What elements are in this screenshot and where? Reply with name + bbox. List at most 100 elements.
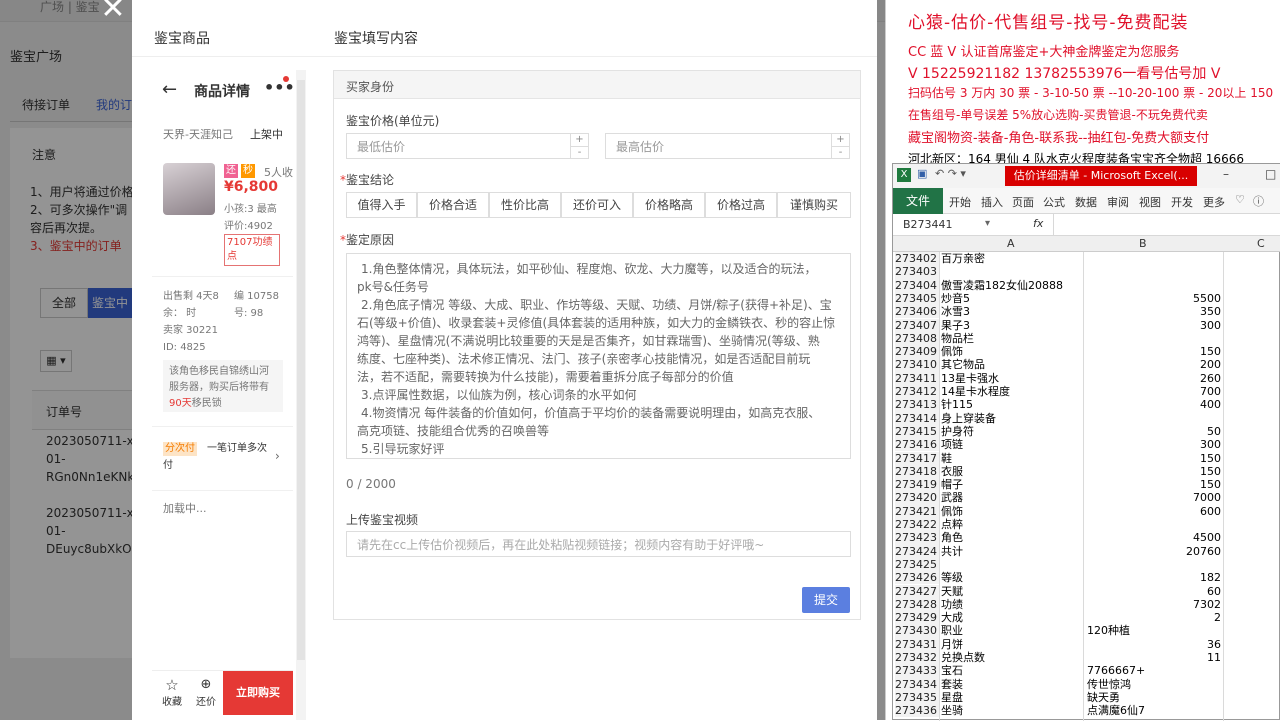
cell-a[interactable]: 职业 [941,624,963,637]
cell-a[interactable]: 项链 [941,438,963,451]
table-row[interactable]: 273421 佩饰 600 [893,504,1280,518]
cell-b[interactable]: 5500 [1087,292,1221,305]
scrollbar-thumb[interactable] [297,80,305,660]
row-number[interactable]: 273417 [895,451,939,465]
chevron-down-icon[interactable]: ▾ [985,218,990,229]
cell-b[interactable]: 传世惊鸿 [1087,678,1131,691]
row-number[interactable]: 273415 [895,424,939,439]
haggle-button[interactable]: ⊕ 还价 [192,677,220,708]
row-number[interactable]: 273403 [895,265,939,279]
row-number[interactable]: 273429 [895,611,939,625]
cell-a[interactable]: 针115 [941,398,973,411]
cell-a[interactable]: 月饼 [941,638,963,651]
table-row[interactable]: 273404 傲雪凌霜182女仙20888 [893,278,1280,292]
table-row[interactable]: 273420 武器 7000 [893,491,1280,505]
cell-a[interactable]: 13星卡强水 [941,372,999,385]
cell-b[interactable]: 2 [1087,611,1221,624]
character-avatar[interactable] [163,163,215,215]
save-icon[interactable]: ▣ [917,167,927,180]
cell-b[interactable]: 50 [1087,425,1221,438]
conclusion-option[interactable]: 还价可入 [561,192,633,218]
cell-b[interactable]: 260 [1087,372,1221,385]
cell-a[interactable]: 大成 [941,611,963,624]
cell-b[interactable]: 150 [1087,345,1221,358]
table-row[interactable]: 273428 功绩 7302 [893,597,1280,612]
cell-a[interactable]: 衣服 [941,465,963,478]
cell-b[interactable]: 300 [1087,319,1221,332]
cell-b[interactable]: 点满魔6仙7 [1087,704,1145,717]
fx-icon[interactable]: fx [1033,217,1043,230]
table-row[interactable]: 273402 百万亲密 [893,252,1280,266]
ribbon-tab[interactable]: 页面 [1012,194,1034,210]
cell-b[interactable]: 120种植 [1087,624,1130,637]
cell-a[interactable]: 物品栏 [941,332,974,345]
row-number[interactable]: 273427 [895,584,939,598]
cell-a[interactable]: 14星卡水程度 [941,385,1010,398]
row-number[interactable]: 273413 [895,398,939,412]
cell-b[interactable]: 7302 [1087,598,1221,611]
ribbon-tab[interactable]: 更多 [1203,194,1225,210]
table-row[interactable]: 273415 护身符 50 [893,424,1280,439]
table-row[interactable]: 273419 帽子 150 [893,478,1280,492]
cell-b[interactable]: 350 [1087,305,1221,318]
cell-a[interactable]: 鞋 [941,452,952,465]
table-row[interactable]: 273424 共计 20760 [893,544,1280,558]
cell-b[interactable]: 300 [1087,438,1221,451]
row-number[interactable]: 273416 [895,438,939,452]
column-b[interactable]: B [1139,237,1147,250]
conclusion-option[interactable]: 价格略高 [633,192,705,218]
cell-a[interactable]: 其它物品 [941,358,985,371]
conclusion-option[interactable]: 价格合适 [417,192,489,218]
row-number[interactable]: 273418 [895,464,939,479]
cell-b[interactable]: 7000 [1087,491,1221,504]
table-row[interactable]: 273406 冰雪3 350 [893,305,1280,319]
conclusion-option[interactable]: 价格过高 [705,192,777,218]
table-row[interactable]: 273408 物品栏 [893,331,1280,346]
ribbon-tab[interactable]: 数据 [1075,194,1097,210]
cell-b[interactable]: 150 [1087,478,1221,491]
cell-a[interactable]: 帽子 [941,478,963,491]
buy-now-button[interactable]: 立即购买 [223,671,293,715]
name-box[interactable]: B273441 [903,218,953,231]
row-number[interactable]: 273405 [895,291,939,306]
cell-b[interactable]: 400 [1087,398,1221,411]
increment-icon[interactable]: + [831,134,849,146]
row-number[interactable]: 273424 [895,544,939,558]
minimize-icon[interactable]: – [1223,167,1229,181]
favorite-button[interactable]: ☆ 收藏 [160,677,184,708]
close-icon[interactable]: ✕ [98,0,128,26]
cell-b[interactable]: 150 [1087,452,1221,465]
cell-b[interactable]: 缺天勇 [1087,691,1120,704]
cell-b[interactable]: 600 [1087,505,1221,518]
row-number[interactable]: 273419 [895,478,939,492]
cell-a[interactable]: 套装 [941,678,963,691]
cell-a[interactable]: 共计 [941,545,963,558]
table-row[interactable]: 273426 等级 182 [893,571,1280,585]
row-number[interactable]: 273430 [895,624,939,638]
row-number[interactable]: 273428 [895,597,939,612]
table-row[interactable]: 273405 炒音5 5500 [893,291,1280,306]
table-row[interactable]: 273435 星盘 缺天勇 [893,690,1280,705]
ribbon-tab[interactable]: 开发 [1171,194,1193,210]
cell-a[interactable]: 佩饰 [941,345,963,358]
cell-a[interactable]: 角色 [941,531,963,544]
table-row[interactable]: 273412 14星卡水程度 700 [893,385,1280,399]
cell-a[interactable]: 宝石 [941,664,963,677]
row-number[interactable]: 273410 [895,358,939,372]
submit-button[interactable]: 提交 [802,587,850,613]
cell-b[interactable]: 182 [1087,571,1221,584]
row-number[interactable]: 273425 [895,557,939,572]
row-number[interactable]: 273421 [895,504,939,518]
cell-a[interactable]: 坐骑 [941,704,963,717]
cell-a[interactable]: 百万亲密 [941,252,985,265]
row-number[interactable]: 273412 [895,385,939,399]
max-price-input[interactable]: 最高估价 + - [605,133,850,159]
cell-a[interactable]: 兑换点数 [941,651,985,664]
row-number[interactable]: 273407 [895,318,939,332]
ribbon-tab[interactable]: 开始 [949,194,971,210]
row-number[interactable]: 273426 [895,571,939,585]
cell-b[interactable]: 4500 [1087,531,1221,544]
min-price-input[interactable]: 最低估价 + - [346,133,589,159]
maximize-icon[interactable]: □ [1265,167,1276,181]
row-number[interactable]: 273404 [895,278,939,292]
